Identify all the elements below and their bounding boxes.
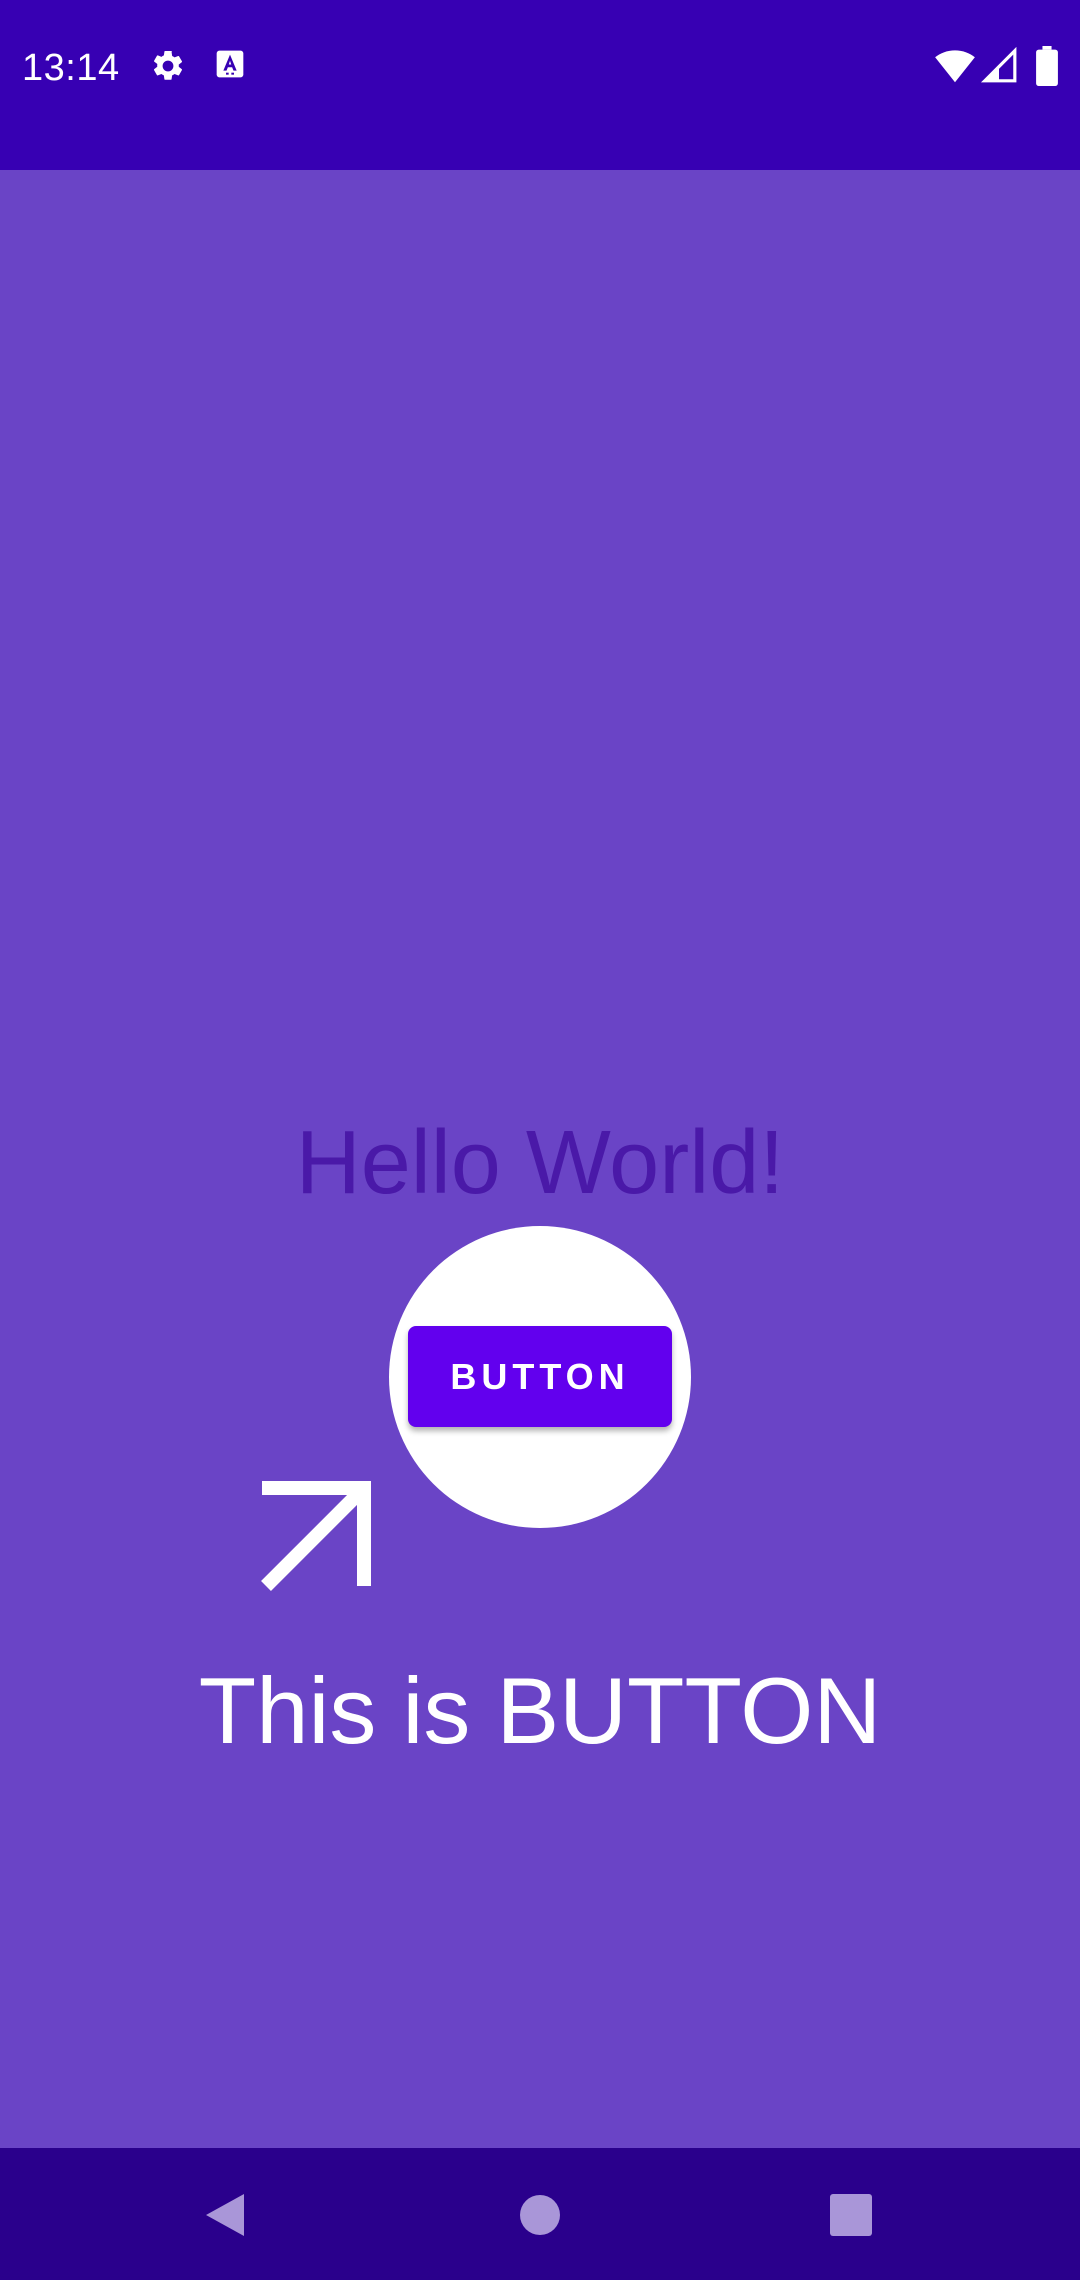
signal-icon [980, 46, 1017, 83]
wifi-icon [935, 50, 975, 83]
battery-icon [1036, 46, 1058, 86]
gear-icon [153, 50, 183, 80]
tutorial-caption: This is BUTTON [198, 1658, 882, 1763]
home-icon[interactable] [505, 2180, 575, 2250]
back-icon[interactable] [190, 2180, 260, 2250]
hello-text: Hello World! [295, 1113, 785, 1213]
main-button[interactable]: BUTTON [408, 1326, 672, 1427]
status-time: 13:14 [22, 47, 120, 89]
arrow-up-right-icon [261, 1481, 371, 1591]
status-bar: 13:14 [0, 0, 1080, 170]
recents-icon[interactable] [816, 2180, 886, 2250]
text-a-icon [216, 50, 244, 78]
